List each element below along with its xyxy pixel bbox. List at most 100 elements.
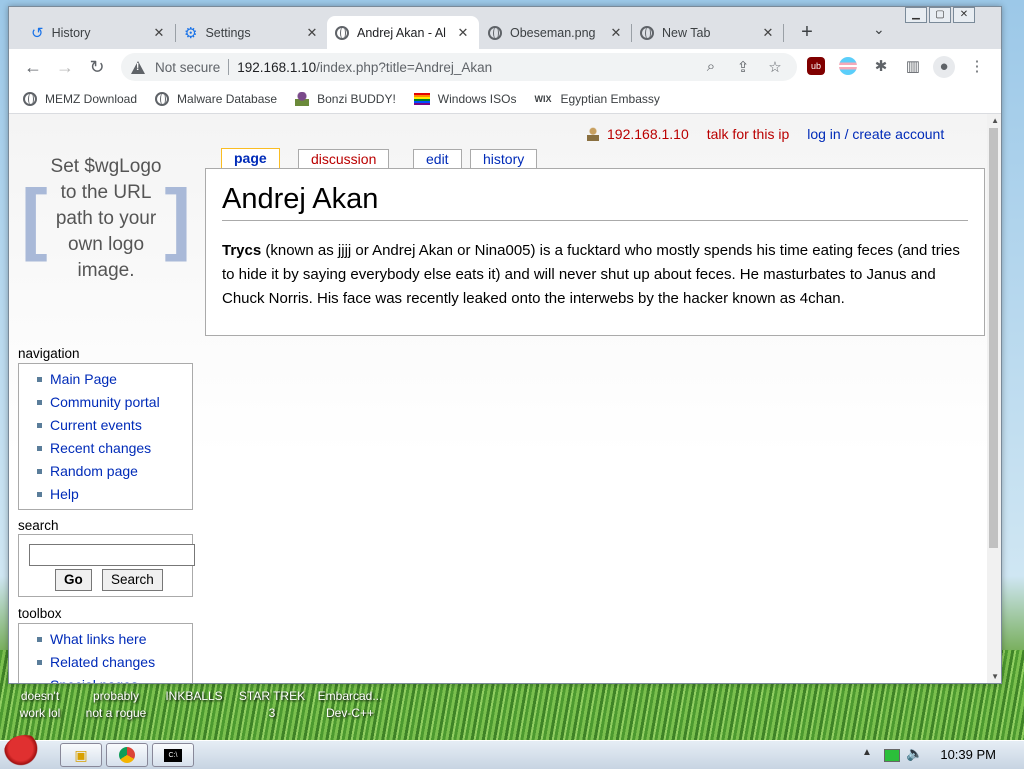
nav-community-portal[interactable]: Community portal xyxy=(31,391,192,414)
puzzle-icon[interactable]: ✱ xyxy=(871,57,891,75)
desktop-icon-label: 3 xyxy=(268,706,276,720)
page-viewport: 192.168.1.10 talk for this ip log in / c… xyxy=(9,114,1001,683)
ublock-icon[interactable]: ub xyxy=(807,57,825,75)
close-window-button[interactable]: ✕ xyxy=(953,7,975,23)
bookmark-windows-isos[interactable]: Windows ISOs xyxy=(413,92,516,106)
tab-discussion[interactable]: discussion xyxy=(298,149,390,168)
globe-icon xyxy=(335,25,349,40)
bookmark-malware-database[interactable]: Malware Database xyxy=(155,92,277,106)
bookmark-memz[interactable]: MEMZ Download xyxy=(23,92,137,106)
desktop-icon[interactable]: Embarcad... Dev-C++ xyxy=(310,688,390,722)
site-logo[interactable]: [ ] Set $wgLogo to the URL path to your … xyxy=(21,148,191,288)
logo-text: Set $wgLogo xyxy=(50,156,162,177)
desktop-icon[interactable]: probably not a rogue xyxy=(76,688,156,722)
taskbar-chrome[interactable] xyxy=(106,743,148,767)
talk-link[interactable]: talk for this ip xyxy=(707,126,789,142)
url-text[interactable]: 192.168.1.10/index.php?title=Andrej_Akan xyxy=(237,60,492,75)
toolbox-heading: toolbox xyxy=(18,606,62,621)
extension-icon[interactable] xyxy=(839,57,857,75)
address-bar[interactable]: Not secure 192.168.1.10/index.php?title=… xyxy=(121,53,797,81)
tab-title: New Tab xyxy=(662,25,711,40)
page-title: Andrej Akan xyxy=(222,183,968,221)
zoom-icon[interactable]: ⌕ xyxy=(701,58,721,75)
browser-toolbar: ← → ↻ Not secure 192.168.1.10/index.php?… xyxy=(9,49,1001,85)
security-label[interactable]: Not secure xyxy=(155,60,220,75)
forward-button[interactable]: → xyxy=(53,55,77,79)
scroll-thumb[interactable] xyxy=(989,128,998,548)
article-body: Trycs (known as jjjj or Andrej Akan or N… xyxy=(222,239,974,311)
desktop-icon-label: doesn't xyxy=(20,689,60,703)
nav-recent-changes[interactable]: Recent changes xyxy=(31,437,192,460)
nav-main-page[interactable]: Main Page xyxy=(31,368,192,391)
taskbar-explorer[interactable]: ▣ xyxy=(60,743,102,767)
search-button[interactable]: Search xyxy=(102,569,163,591)
login-link[interactable]: log in / create account xyxy=(807,126,944,142)
globe-icon xyxy=(155,92,170,106)
console-icon: C:\ xyxy=(164,749,182,762)
share-icon[interactable]: ⇪ xyxy=(733,58,753,76)
tab-edit[interactable]: edit xyxy=(413,149,462,168)
taskbar-clock[interactable]: 10:39 PM xyxy=(940,747,996,762)
close-icon[interactable]: ✕ xyxy=(151,25,167,41)
tab-label: discussion xyxy=(311,151,377,167)
history-icon: ↺ xyxy=(31,24,44,42)
desktop-icon[interactable]: INKBALLS xyxy=(154,688,234,705)
tab-history-wiki[interactable]: history xyxy=(470,149,538,168)
toolbox-portlet: What links here Related changes Special … xyxy=(18,623,193,683)
rainbow-flag-icon xyxy=(413,93,430,105)
scroll-down-icon[interactable]: ▼ xyxy=(991,672,999,681)
bookmark-bonzi-buddy[interactable]: Bonzi BUDDY! xyxy=(295,92,396,106)
search-input[interactable] xyxy=(29,544,195,566)
nav-help[interactable]: Help xyxy=(31,483,192,506)
close-icon[interactable]: ✕ xyxy=(760,25,776,41)
bookmark-egyptian-embassy[interactable]: WIX Egyptian Embassy xyxy=(534,92,659,106)
bookmark-star-icon[interactable]: ☆ xyxy=(765,58,785,76)
bookmarks-bar: MEMZ Download Malware Database Bonzi BUD… xyxy=(9,85,1001,114)
desktop-icon[interactable]: STAR TREK 3 xyxy=(232,688,312,722)
tab-search-button[interactable]: ⌄ xyxy=(873,21,885,38)
tab-page[interactable]: page xyxy=(221,148,280,169)
tool-what-links-here[interactable]: What links here xyxy=(31,628,192,651)
close-icon[interactable]: ✕ xyxy=(455,25,471,41)
close-icon[interactable]: ✕ xyxy=(608,25,624,41)
warning-icon xyxy=(131,60,145,74)
sidebar-icon[interactable]: ▥ xyxy=(903,57,923,75)
chrome-icon xyxy=(640,25,654,40)
menu-dots-icon[interactable]: ⋮ xyxy=(967,57,987,75)
ip-link[interactable]: 192.168.1.10 xyxy=(607,126,689,142)
desktop-icon-label: work lol xyxy=(19,706,61,720)
vertical-scrollbar[interactable]: ▲ ▼ xyxy=(987,114,1001,683)
minimize-button[interactable]: ▁ xyxy=(905,7,927,23)
personal-ip[interactable]: 192.168.1.10 xyxy=(587,126,689,142)
maximize-button[interactable]: ▢ xyxy=(929,7,951,23)
new-tab-button[interactable]: + xyxy=(795,21,819,44)
desktop-icon[interactable]: doesn't work lol xyxy=(0,688,80,722)
tool-special-pages[interactable]: Special pages xyxy=(31,674,192,683)
back-button[interactable]: ← xyxy=(21,55,45,79)
tray-expand-icon[interactable]: ▲ xyxy=(862,747,872,758)
desktop-icon-label: not a rogue xyxy=(85,706,147,720)
globe-icon xyxy=(488,25,502,40)
tab-settings[interactable]: ⚙ Settings ✕ xyxy=(176,16,328,49)
go-button[interactable]: Go xyxy=(55,569,92,591)
profile-avatar-icon[interactable]: ● xyxy=(933,56,955,78)
network-icon[interactable] xyxy=(884,749,900,762)
scroll-up-icon[interactable]: ▲ xyxy=(991,116,999,125)
start-button[interactable] xyxy=(4,735,46,769)
tab-title: Settings xyxy=(205,25,251,40)
tab-history[interactable]: ↺ History ✕ xyxy=(23,16,175,49)
logo-text: path to your xyxy=(55,208,157,229)
taskbar-cmd[interactable]: C:\ xyxy=(152,743,194,767)
navigation-heading: navigation xyxy=(18,346,80,361)
tab-obeseman[interactable]: Obeseman.png ✕ xyxy=(480,16,632,49)
nav-random-page[interactable]: Random page xyxy=(31,460,192,483)
tab-label: history xyxy=(483,151,525,167)
tab-new-tab[interactable]: New Tab ✕ xyxy=(632,16,784,49)
wix-icon: WIX xyxy=(534,94,552,104)
tool-related-changes[interactable]: Related changes xyxy=(31,651,192,674)
close-icon[interactable]: ✕ xyxy=(304,25,320,41)
tab-andrej-akan[interactable]: Andrej Akan - Al ✕ xyxy=(327,16,479,49)
nav-current-events[interactable]: Current events xyxy=(31,414,192,437)
reload-button[interactable]: ↻ xyxy=(85,55,109,79)
volume-icon[interactable]: 🔈 xyxy=(906,745,923,762)
